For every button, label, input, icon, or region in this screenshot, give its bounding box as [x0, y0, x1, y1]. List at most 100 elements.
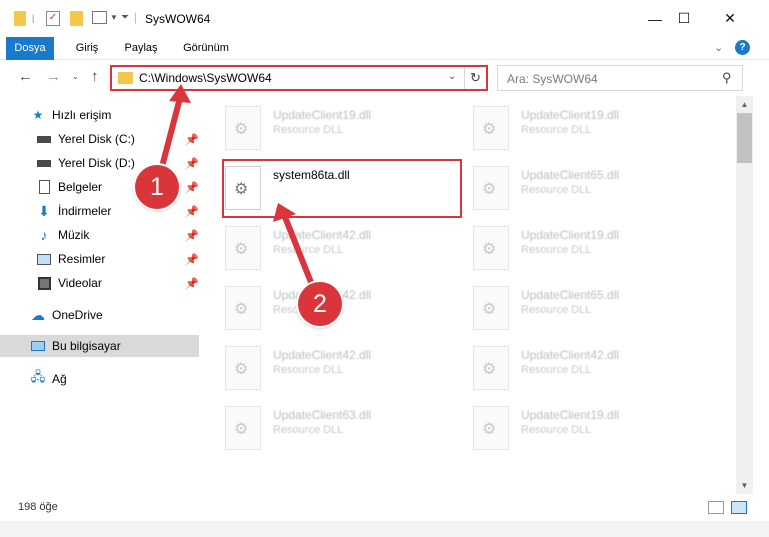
search-input[interactable]: Ara: SysWOW64 — [507, 72, 598, 86]
sidebar-item-videos[interactable]: Videolar 📌 — [36, 272, 206, 294]
file-type: Resource DLL — [521, 244, 592, 256]
recent-locations-icon[interactable]: ⌄ — [72, 72, 79, 81]
file-name: UpdateClient42.dll — [273, 348, 372, 362]
expand-ribbon-icon[interactable]: ⌄ — [714, 41, 723, 54]
file-item[interactable]: UpdateClient42.dll Resource DLL — [225, 222, 465, 272]
file-type: Resource DLL — [273, 364, 344, 376]
search-icon[interactable]: ⚲ — [722, 70, 732, 86]
network-icon: 🖧 — [30, 369, 46, 384]
pin-icon[interactable]: 📌 — [185, 205, 199, 218]
file-name: UpdateClient65.dll — [521, 168, 620, 182]
pin-icon[interactable]: 📌 — [185, 133, 199, 146]
back-icon[interactable]: ← — [18, 68, 33, 85]
large-icons-view-icon[interactable] — [731, 501, 747, 514]
download-icon: ⬇ — [38, 202, 50, 219]
address-bar[interactable]: C:\Windows\SysWOW64 ⌄ ↻ — [110, 65, 488, 91]
pin-icon[interactable]: 📌 — [185, 253, 199, 266]
title-bar: | ✓ ▼ ⏷ | SysWOW64 — ☐ ✕ — [0, 0, 769, 37]
forward-icon[interactable]: → — [46, 68, 61, 85]
separator: | — [32, 13, 35, 23]
file-item[interactable]: UpdateClient65.dll Resource DLL — [473, 162, 713, 212]
sidebar-item-quick-access[interactable]: ★ Hızlı erişim — [30, 104, 112, 126]
file-type: Resource DLL — [521, 124, 592, 136]
scroll-down-icon[interactable]: ▼ — [736, 477, 753, 494]
details-view-icon[interactable] — [708, 501, 724, 514]
sidebar-item-disk-d[interactable]: Yerel Disk (D:) 📌 — [36, 152, 206, 174]
folder-icon — [14, 11, 26, 26]
separator: | — [134, 10, 138, 24]
computer-icon — [30, 338, 46, 354]
dll-file-icon — [473, 166, 509, 210]
file-item[interactable]: UpdateClient19.dll Resource DLL — [225, 102, 465, 152]
pin-icon[interactable]: 📌 — [185, 181, 199, 194]
tab-home[interactable]: Giriş — [66, 37, 108, 60]
sidebar-item-label: Yerel Disk (D:) — [58, 156, 135, 170]
file-type: Resource DLL — [273, 424, 344, 436]
file-item[interactable]: UpdateClient19.dll Resource DLL — [473, 102, 713, 152]
file-item[interactable]: UpdateClient63.dll Resource DLL — [225, 402, 465, 452]
dll-file-icon — [473, 346, 509, 390]
chevron-down-icon[interactable]: ▼ — [110, 13, 118, 22]
file-item[interactable]: UpdateClient42.dll Resource DLL — [473, 342, 713, 392]
sidebar-item-downloads[interactable]: ⬇ İndirmeler 📌 — [36, 200, 206, 222]
music-icon: ♪ — [40, 227, 48, 243]
callout-badge-2: 2 — [298, 282, 342, 326]
dll-file-icon — [473, 286, 509, 330]
file-item[interactable]: UpdateClient19.dll Resource DLL — [473, 222, 713, 272]
folder-icon — [118, 72, 133, 84]
file-name: UpdateClient42.dll — [273, 228, 372, 242]
close-button[interactable]: ✕ — [707, 0, 753, 37]
view-menu-icon[interactable] — [92, 11, 107, 24]
status-bar: 198 öğe — [0, 494, 769, 521]
pin-icon[interactable]: 📌 — [185, 229, 199, 242]
address-path[interactable]: C:\Windows\SysWOW64 — [139, 71, 272, 85]
sidebar-item-disk-c[interactable]: Yerel Disk (C:) 📌 — [36, 128, 206, 150]
search-box[interactable]: Ara: SysWOW64 ⚲ — [497, 65, 743, 91]
file-name: UpdateClient19.dll — [521, 408, 620, 422]
scroll-up-icon[interactable]: ▲ — [736, 96, 753, 113]
file-list: UpdateClient19.dll Resource DLL UpdateCl… — [205, 96, 736, 494]
navigation-pane: ★ Hızlı erişim Yerel Disk (C:) 📌 Yerel D… — [0, 96, 205, 494]
properties-icon[interactable]: ✓ — [46, 11, 60, 26]
sidebar-item-label: Yerel Disk (C:) — [58, 132, 135, 146]
file-item[interactable]: UpdateClient19.dll Resource DLL — [473, 402, 713, 452]
drive-icon — [36, 131, 52, 147]
sidebar-item-network[interactable]: 🖧 Ağ — [30, 368, 67, 390]
file-name: UpdateClient19.dll — [273, 108, 372, 122]
drive-icon — [36, 155, 52, 171]
pin-icon[interactable]: 📌 — [185, 157, 199, 170]
sidebar-item-this-pc[interactable]: Bu bilgisayar — [0, 335, 199, 357]
tab-share[interactable]: Paylaş — [117, 37, 165, 60]
refresh-icon[interactable]: ↻ — [464, 67, 486, 89]
dll-file-icon — [473, 106, 509, 150]
sidebar-item-music[interactable]: ♪ Müzik 📌 — [36, 224, 206, 246]
sidebar-item-pictures[interactable]: Resimler 📌 — [36, 248, 206, 270]
customize-toolbar-icon[interactable]: ⏷ — [121, 12, 129, 23]
navigation-bar: ← → ⌄ ↑ C:\Windows\SysWOW64 ⌄ ↻ Ara: Sys… — [0, 61, 769, 95]
file-item[interactable]: UpdateClient65.dll Resource DLL — [473, 282, 713, 332]
dll-file-icon — [473, 406, 509, 450]
dll-file-icon — [473, 226, 509, 270]
sidebar-item-label: İndirmeler — [58, 204, 112, 218]
tab-file[interactable]: Dosya — [6, 37, 54, 60]
file-type: Resource DLL — [273, 244, 344, 256]
help-icon[interactable]: ? — [735, 40, 750, 55]
maximize-button[interactable]: ☐ — [661, 0, 707, 37]
file-type: Resource DLL — [521, 364, 592, 376]
new-folder-icon[interactable] — [70, 11, 83, 26]
chevron-down-icon[interactable]: ⌄ — [448, 71, 456, 82]
file-type: Resource DLL — [521, 304, 592, 316]
file-item[interactable]: UpdateClient42.dll Resource DLL — [225, 342, 465, 392]
sidebar-item-onedrive[interactable]: ☁ OneDrive — [30, 304, 103, 326]
up-icon[interactable]: ↑ — [91, 68, 99, 85]
sidebar-item-label: Resimler — [58, 252, 106, 266]
scroll-thumb[interactable] — [737, 113, 752, 163]
sidebar-item-documents[interactable]: Belgeler 📌 — [36, 176, 206, 198]
vertical-scrollbar[interactable]: ▲ ▼ — [736, 96, 753, 494]
tab-view[interactable]: Görünüm — [176, 37, 236, 60]
file-name: UpdateClient19.dll — [521, 228, 620, 242]
pin-icon[interactable]: 📌 — [185, 277, 199, 290]
file-item[interactable]: UpdateClient42.dll Resource DLL — [225, 282, 465, 332]
dll-file-icon — [225, 226, 261, 270]
callout-badge-1: 1 — [135, 165, 179, 209]
